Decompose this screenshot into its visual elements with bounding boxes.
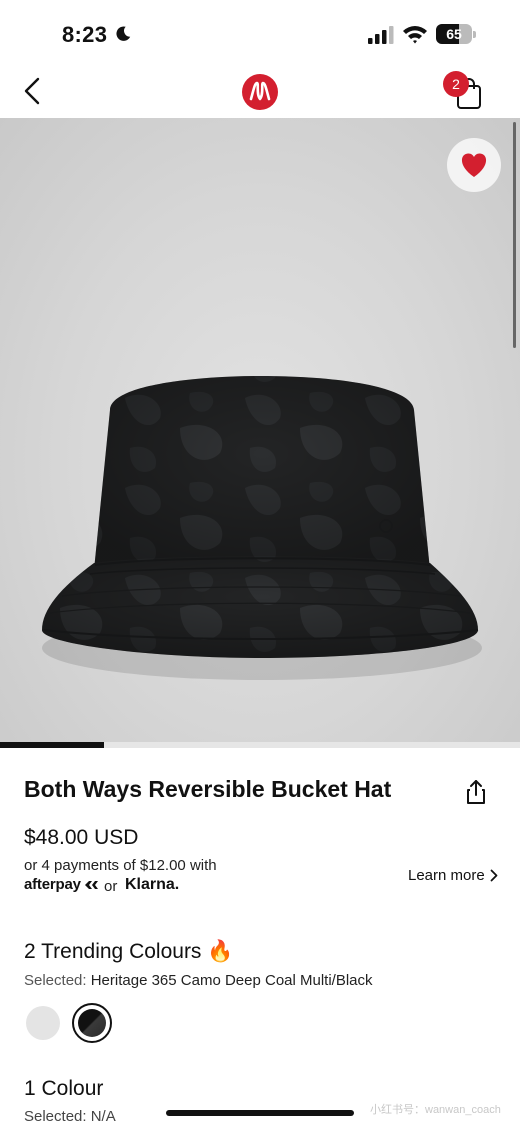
moon-icon <box>116 26 131 41</box>
afterpay-arrows-icon <box>84 881 98 890</box>
lululemon-logo[interactable] <box>242 74 278 110</box>
home-indicator[interactable] <box>166 1110 354 1116</box>
chevron-left-icon[interactable] <box>20 76 44 106</box>
scrollbar[interactable] <box>513 122 516 348</box>
colour-swatch-selected[interactable] <box>72 1003 112 1043</box>
product-price: $48.00 USD <box>24 826 139 849</box>
signal-icon <box>368 26 394 44</box>
product-title: Both Ways Reversible Bucket Hat <box>24 776 392 802</box>
colour-heading: 1 Colour <box>24 1077 104 1100</box>
afterpay-wordmark: afterpay <box>24 876 81 893</box>
watermark: 小红书号：wanwan_coach <box>370 1104 501 1116</box>
bag-count-badge[interactable]: 2 <box>443 71 469 97</box>
favorite-button[interactable] <box>447 138 501 192</box>
afterpay-logo: afterpay <box>24 876 101 893</box>
selected-colour-value: Heritage 365 Camo Deep Coal Multi/Black <box>90 972 373 989</box>
selected-colour-2: Selected: N/A <box>24 1108 116 1125</box>
colour-swatch-dark <box>78 1009 106 1037</box>
klarna-logo: Klarna. <box>125 876 180 893</box>
colour-swatch-light[interactable] <box>26 1006 60 1040</box>
nav-bar: 2 <box>0 66 520 118</box>
gallery-progress-fill <box>0 742 104 748</box>
installments-text: or 4 payments of $12.00 with <box>24 857 217 874</box>
selected-label-2: Selected: <box>24 1108 87 1125</box>
product-image[interactable] <box>0 118 520 742</box>
trending-colours-heading: 2 Trending Colours 🔥 <box>24 940 234 963</box>
status-time: 8:23 <box>62 22 108 47</box>
bucket-hat-image <box>42 376 482 680</box>
selected-label: Selected: <box>24 972 87 989</box>
learn-more-label: Learn more <box>408 867 485 884</box>
battery-indicator: 65 <box>436 24 476 44</box>
gallery-progress <box>0 742 520 748</box>
wifi-icon <box>403 26 427 44</box>
selected-value-2: N/A <box>90 1108 116 1125</box>
learn-more-link[interactable]: Learn more <box>408 867 498 884</box>
or-text: or <box>104 878 118 895</box>
selected-colour: Selected: Heritage 365 Camo Deep Coal Mu… <box>24 972 373 989</box>
heart-icon <box>461 153 487 177</box>
share-icon[interactable] <box>465 779 487 805</box>
battery-level: 65 <box>446 26 462 42</box>
status-bar: 8:23 65 <box>0 0 520 66</box>
chevron-right-icon <box>490 869 498 882</box>
